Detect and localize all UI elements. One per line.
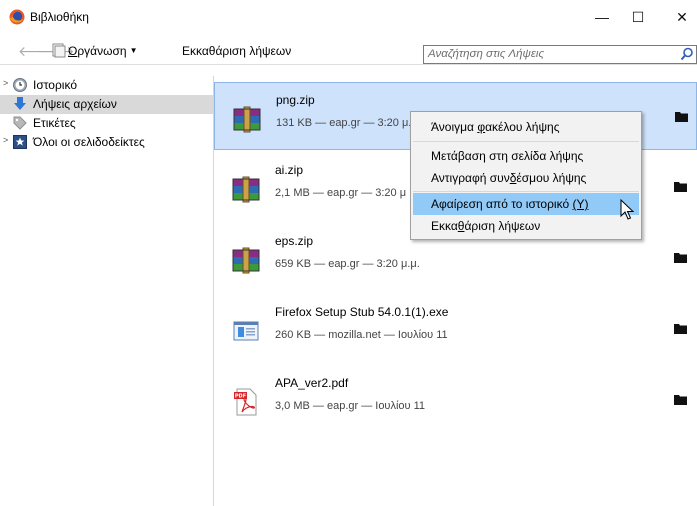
search-placeholder: Αναζήτηση στις Λήψεις — [428, 48, 545, 60]
download-status: 260 KB — mozilla.net — Ιουλίου 11 — [275, 329, 448, 341]
close-button[interactable]: ✕ — [662, 0, 697, 34]
firefox-icon — [9, 9, 25, 25]
organize-accel: Ο — [68, 44, 78, 58]
menu-item-accel: φ — [477, 120, 486, 134]
context-menu: Άνοιγμα φακέλου λήψης Μετάβαση στη σελίδ… — [410, 111, 642, 240]
list-item[interactable]: PDF APA_ver2.pdf 3,0 MB — eap.gr — Ιουλί… — [214, 366, 697, 434]
menu-item-text: άριση λήψεων — [464, 219, 541, 233]
sidebar-item-all-bookmarks[interactable]: > Όλοι οι σελιδοδείκτες — [0, 133, 213, 152]
list-item[interactable]: Firefox Setup Stub 54.0.1(1).exe 260 KB … — [214, 295, 697, 363]
download-name: APA_ver2.pdf — [275, 376, 349, 390]
organize-icon — [52, 43, 66, 58]
chevron-down-icon: ▼ — [129, 46, 138, 55]
sidebar-item-label: Ετικέτες — [33, 116, 76, 130]
winrar-archive-icon — [232, 247, 260, 274]
pdf-file-icon: PDF — [234, 388, 257, 416]
download-name: Firefox Setup Stub 54.0.1(1).exe — [275, 305, 449, 319]
sidebar: > Ιστορικό Λήψεις αρχείων Ετικέτες > Όλο… — [0, 76, 214, 506]
search-icon[interactable] — [680, 47, 694, 61]
maximize-button[interactable]: ☐ — [618, 0, 658, 34]
organize-menu-button[interactable]: Οργάνωση ▼ — [68, 44, 137, 58]
download-name: ai.zip — [275, 163, 304, 177]
close-icon: ✕ — [676, 8, 688, 25]
download-status: 3,0 MB — eap.gr — Ιουλίου 11 — [275, 400, 426, 412]
menu-item-open-folder[interactable]: Άνοιγμα φακέλου λήψης — [413, 116, 639, 138]
mouse-cursor-icon — [620, 199, 634, 220]
bookmarks-star-icon — [13, 135, 27, 149]
search-input[interactable]: Αναζήτηση στις Λήψεις — [423, 45, 697, 64]
clear-downloads-button[interactable]: Εκκαθάριση λήψεων — [182, 44, 291, 58]
expand-chevron-icon[interactable]: > — [3, 78, 8, 88]
minimize-icon: — — [595, 9, 609, 25]
menu-separator — [413, 141, 639, 142]
menu-item-go-to-download-page[interactable]: Μετάβαση στη σελίδα λήψης — [413, 145, 639, 167]
sidebar-item-history[interactable]: > Ιστορικό — [0, 76, 213, 95]
folder-icon[interactable] — [674, 323, 687, 334]
menu-item-text: Αντιγραφή συν — [431, 171, 510, 185]
menu-item-text: ακέλου λήψης — [485, 120, 560, 134]
menu-item-remove-from-history[interactable]: Αφαίρεση από το ιστορικό (Y) — [413, 193, 639, 215]
download-name: png.zip — [276, 93, 315, 107]
menu-item-copy-download-link[interactable]: Αντιγραφή συνδέσμου λήψης — [413, 167, 639, 189]
sidebar-item-label: Όλοι οι σελιδοδείκτες — [33, 135, 145, 149]
menu-item-text: Άνοιγμα — [431, 120, 478, 134]
installer-exe-icon — [233, 321, 259, 341]
expand-chevron-icon[interactable]: > — [3, 135, 8, 145]
download-status: 131 KB — eap.gr — 3:20 μ. — [276, 117, 412, 129]
menu-item-text: έσμου λήψης — [516, 171, 587, 185]
download-name: eps.zip — [275, 234, 314, 248]
folder-icon[interactable] — [674, 252, 687, 263]
download-status: 659 KB — eap.gr — 3:20 μ.μ. — [275, 258, 420, 270]
download-status: 2,1 MB — eap.gr — 3:20 μ — [275, 187, 407, 199]
menu-separator — [413, 191, 639, 192]
title-bar[interactable]: Βιβλιοθήκη — ☐ ✕ — [0, 0, 697, 34]
history-clock-icon — [13, 78, 27, 92]
menu-item-accel: (Y) — [572, 197, 589, 211]
maximize-icon: ☐ — [631, 8, 645, 25]
winrar-archive-icon — [232, 176, 260, 203]
window-title: Βιβλιοθήκη — [30, 10, 89, 24]
folder-icon[interactable] — [675, 111, 688, 122]
menu-item-clear-downloads[interactable]: Εκκαθάριση λήψεων — [413, 215, 639, 237]
menu-item-text: Μετάβαση στη σελίδα λήψης — [431, 149, 584, 163]
minimize-button[interactable]: — — [582, 0, 622, 34]
sidebar-item-label: Ιστορικό — [33, 78, 78, 92]
organize-label: ργάνωση — [77, 44, 127, 58]
downloads-arrow-icon — [14, 97, 26, 110]
menu-item-text: Εκκα — [431, 219, 458, 233]
tag-icon — [13, 116, 27, 130]
library-window: Βιβλιοθήκη — ☐ ✕ 🡐 🡒 Οργάνωση▼ Εκκαθάρισ… — [0, 0, 697, 506]
folder-icon[interactable] — [674, 181, 687, 192]
winrar-archive-icon — [233, 106, 261, 133]
sidebar-item-label: Λήψεις αρχείων — [33, 97, 117, 111]
menu-item-text: Αφαίρεση από το ιστορικό — [431, 197, 573, 211]
sidebar-item-downloads[interactable]: Λήψεις αρχείων — [0, 95, 213, 114]
sidebar-item-tags[interactable]: Ετικέτες — [0, 114, 213, 133]
folder-icon[interactable] — [674, 394, 687, 405]
